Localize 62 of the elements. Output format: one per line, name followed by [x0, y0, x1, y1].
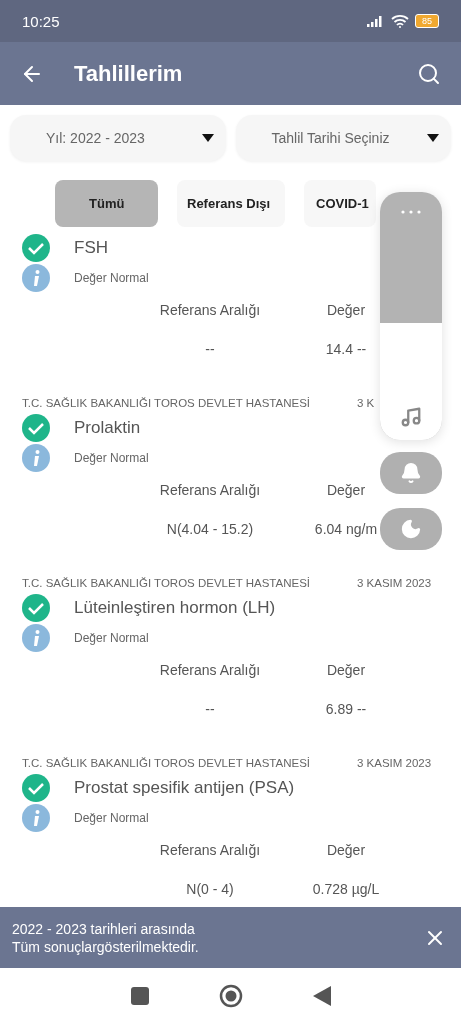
test-name: Lüteinleştiren hormon (LH)	[74, 598, 276, 618]
info-icon[interactable]	[22, 624, 50, 652]
moon-icon	[400, 518, 422, 540]
home-nav-icon[interactable]	[218, 984, 243, 1008]
music-icon	[400, 406, 422, 428]
checkmark-icon	[22, 774, 50, 802]
result-value: 0.728 µg/L	[311, 881, 381, 897]
banner-text: 2022 - 2023 tarihleri arasında Tüm sonuçlargösterilmektedir.	[12, 919, 200, 956]
volume-slider[interactable]	[380, 192, 442, 440]
status-time: 10:25	[22, 12, 60, 30]
square-nav-icon[interactable]	[130, 987, 149, 1005]
filter-tab[interactable]: Referans Dışı	[177, 180, 285, 227]
ringtone-button[interactable]	[380, 452, 442, 494]
hospital-name: T.C. SAĞLIK BAKANLIĞI TOROS DEVLET HASTANESİ	[22, 397, 312, 409]
checkmark-icon	[22, 594, 50, 622]
reference-range: N(0 - 4)	[185, 881, 235, 897]
caret-icon	[201, 134, 214, 142]
bell-icon	[400, 462, 422, 484]
result-value: 6.04 ng/m	[313, 521, 379, 537]
column-label: Referans Aralığı	[158, 302, 262, 318]
column-label: Değer	[325, 662, 367, 678]
result-date: 3 KASIM 2023	[357, 757, 432, 769]
test-name: Prostat spesifik antijen (PSA)	[74, 778, 295, 798]
result-status: Değer Normal	[74, 631, 149, 645]
filter-dropdown[interactable]: Tahlil Tarihi Seçiniz	[235, 115, 451, 161]
result-date: 3 KASIM 2023	[357, 577, 432, 589]
search-button[interactable]	[417, 61, 441, 86]
checkmark-icon	[22, 414, 50, 442]
column-label: Değer	[325, 842, 367, 858]
page-title: Tahlillerim	[74, 60, 184, 87]
column-label: Değer	[325, 302, 367, 318]
reference-range: --	[204, 341, 216, 357]
result-date: 3 K	[357, 397, 375, 409]
result-status: Değer Normal	[74, 451, 149, 465]
column-label: Referans Aralığı	[158, 662, 262, 678]
info-icon[interactable]	[22, 444, 50, 472]
checkmark-icon	[22, 234, 50, 262]
reference-range: N(4.04 - 15.2)	[165, 521, 255, 537]
do-not-disturb-button[interactable]	[380, 508, 442, 550]
reference-range: --	[204, 701, 216, 717]
info-icon[interactable]	[22, 804, 50, 832]
result-value: 14.4 --	[324, 341, 368, 357]
filter-tab[interactable]: COVID-1	[304, 180, 376, 227]
hospital-name: T.C. SAĞLIK BAKANLIĞI TOROS DEVLET HASTANESİ	[22, 757, 312, 769]
more-icon[interactable]	[401, 210, 421, 214]
test-name: Prolaktin	[74, 418, 141, 438]
battery-level: 85	[415, 14, 439, 28]
info-icon[interactable]	[22, 264, 50, 292]
back-nav-icon[interactable]	[312, 986, 331, 1006]
test-name: FSH	[74, 238, 108, 258]
filter-tab[interactable]: Tümü	[55, 180, 158, 227]
result-value: 6.89 --	[324, 701, 368, 717]
result-status: Değer Normal	[74, 271, 149, 285]
result-status: Değer Normal	[74, 811, 149, 825]
wifi-icon	[391, 14, 409, 28]
hospital-name: T.C. SAĞLIK BAKANLIĞI TOROS DEVLET HASTANESİ	[22, 577, 312, 589]
column-label: Değer	[325, 482, 367, 498]
column-label: Referans Aralığı	[158, 842, 262, 858]
caret-icon	[427, 134, 439, 142]
signal-icon	[367, 15, 385, 27]
filter-dropdown[interactable]: Yıl: 2022 - 2023	[10, 115, 226, 161]
column-label: Referans Aralığı	[158, 482, 262, 498]
